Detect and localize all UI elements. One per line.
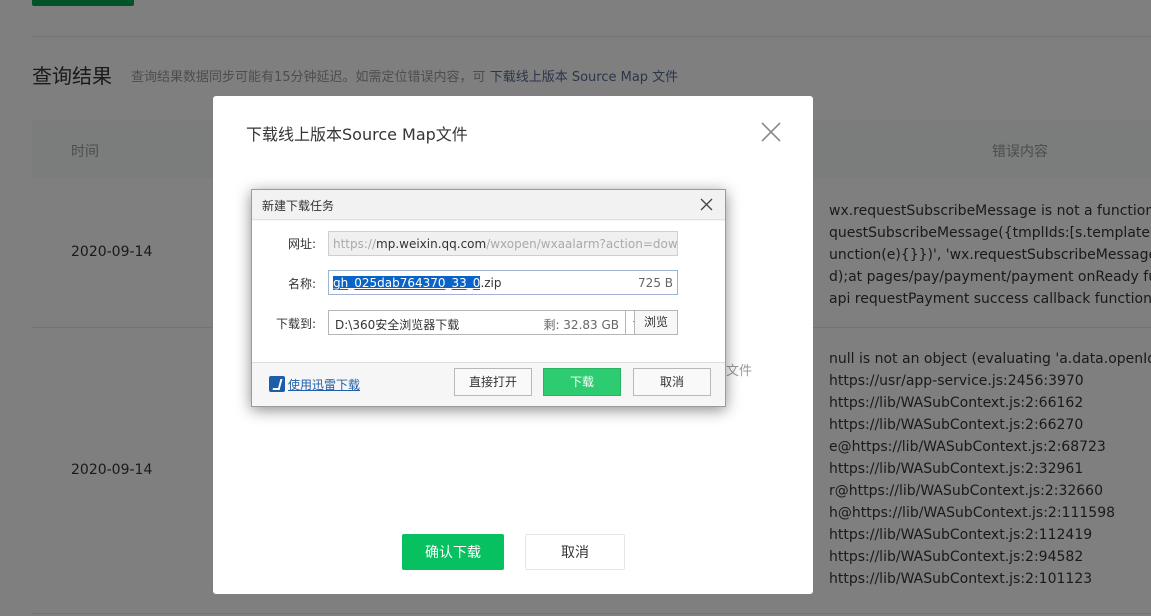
url-domain: mp.weixin.qq.com <box>376 237 487 251</box>
filename-selected: gh_025dab764370_33_0 <box>333 276 481 290</box>
save-to-label: 下载到: <box>275 317 316 331</box>
download-button[interactable]: 下载 <box>543 368 621 396</box>
confirm-download-button[interactable]: 确认下载 <box>402 534 504 570</box>
new-download-dialog: 新建下载任务 网址: https://mp.weixin.qq.com/wxop… <box>251 189 726 407</box>
cancel-button[interactable]: 取消 <box>525 534 625 570</box>
url-field[interactable]: https://mp.weixin.qq.com/wxopen/wxaalarm… <box>328 231 678 256</box>
filename-ext: .zip <box>480 276 502 290</box>
free-space: 剩: 32.83 GB <box>543 318 619 332</box>
open-directly-button[interactable]: 直接打开 <box>454 368 532 396</box>
download-dialog-titlebar[interactable]: 新建下载任务 <box>252 190 725 220</box>
url-prefix: https:// <box>333 237 377 251</box>
close-icon[interactable] <box>759 120 783 144</box>
thunder-download-link[interactable]: 使用迅雷下载 <box>288 376 360 393</box>
name-label: 名称: <box>287 277 316 291</box>
dialog-text-partial: 文件 <box>726 364 753 379</box>
save-path-select[interactable]: D:\360安全浏览器下载 剩: 32.83 GB <box>328 310 626 335</box>
url-label: 网址: <box>287 237 316 251</box>
browse-button[interactable]: 浏览 <box>634 310 678 335</box>
file-size: 725 B <box>638 276 673 290</box>
url-rest: /wxopen/wxaalarm?action=downl <box>486 237 678 251</box>
download-dialog-body: 网址: https://mp.weixin.qq.com/wxopen/wxaa… <box>252 221 725 362</box>
close-icon[interactable] <box>699 197 714 212</box>
filename-input[interactable]: gh_025dab764370_33_0.zip 725 B <box>328 270 678 295</box>
save-path: D:\360安全浏览器下载 <box>335 318 460 332</box>
download-dialog-title: 新建下载任务 <box>262 199 335 213</box>
cancel-download-button[interactable]: 取消 <box>633 368 711 396</box>
dialog-title: 下载线上版本Source Map文件 <box>246 125 468 144</box>
thunder-icon <box>269 376 285 392</box>
